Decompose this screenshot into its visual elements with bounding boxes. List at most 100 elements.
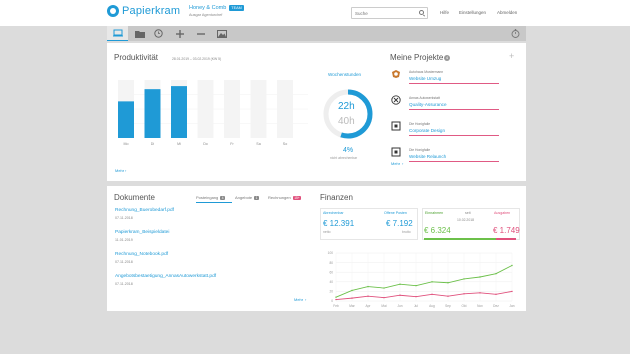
expenses-line-point[interactable] bbox=[431, 293, 433, 295]
productivity-range: 28.01.2019 – 03.02.2019 (KW 5) bbox=[172, 57, 222, 61]
income-line-point[interactable] bbox=[335, 296, 337, 298]
images-tool[interactable] bbox=[211, 26, 232, 41]
income-line-point[interactable] bbox=[415, 284, 417, 287]
app-logo[interactable]: Papierkram bbox=[107, 5, 180, 17]
bar-background bbox=[277, 80, 293, 138]
income-line bbox=[335, 265, 513, 298]
income-line-point[interactable] bbox=[431, 281, 433, 283]
income-line-point[interactable] bbox=[351, 289, 353, 292]
settings-link[interactable]: Einstellungen bbox=[459, 10, 486, 15]
income-line-point[interactable] bbox=[447, 282, 449, 284]
expenses-line-point[interactable] bbox=[447, 295, 449, 297]
chevron-right-icon: › bbox=[305, 297, 307, 302]
tab-label: Rechnungen bbox=[268, 195, 291, 200]
image-icon bbox=[216, 29, 227, 38]
bar-label: So bbox=[283, 142, 287, 146]
income-line-point[interactable] bbox=[399, 283, 401, 285]
bar-mi[interactable] bbox=[171, 86, 187, 138]
dashboard-tab[interactable] bbox=[107, 26, 128, 41]
logo-icon bbox=[107, 5, 119, 17]
expenses-line-point[interactable] bbox=[383, 296, 385, 299]
expenses-line-point[interactable] bbox=[335, 298, 337, 301]
project-client: Autohaus Mustermann bbox=[409, 70, 444, 74]
project-progress-bar bbox=[409, 161, 499, 162]
expenses-line-point[interactable] bbox=[399, 294, 401, 296]
tab-invoices[interactable]: Rechnungen 15+ bbox=[268, 195, 302, 200]
receivables-label: Abrechenbar bbox=[323, 211, 344, 215]
document-date: 07.11.2018 bbox=[115, 282, 133, 286]
finance-line-chart: 0 20 40 60 80 100 Feb Mar Apr Mai Jun Jul Aug Sep Okt N… bbox=[328, 251, 515, 308]
minus-icon bbox=[196, 32, 205, 35]
project-client: Die Honigfalle bbox=[409, 122, 431, 126]
top-bar: Papierkram Honey & Comb TEAM Ausgar Agen… bbox=[0, 0, 630, 26]
document-link[interactable]: Rechnung_Notebook.pdf bbox=[115, 252, 168, 257]
main-toolbar bbox=[107, 26, 526, 41]
document-date: 11.01.2019 bbox=[115, 238, 133, 242]
documents-more-link[interactable]: Mehr bbox=[294, 297, 303, 302]
search-input[interactable] bbox=[351, 7, 428, 19]
expenses-line-point[interactable] bbox=[351, 297, 353, 299]
income-line-point[interactable] bbox=[383, 287, 385, 289]
bar-label: Do bbox=[203, 142, 208, 146]
time-tool[interactable] bbox=[148, 26, 169, 41]
expenses-value: € 1.749 bbox=[493, 226, 520, 235]
bar-background bbox=[250, 80, 267, 138]
project-client: Die Honigfalle bbox=[409, 148, 431, 152]
income-value: € 6.324 bbox=[424, 226, 451, 235]
receivables-value: € 12.391 bbox=[323, 219, 355, 228]
x-tick-label: Sep bbox=[445, 304, 451, 308]
document-link[interactable]: Papierkram_Beispieldatei bbox=[115, 230, 169, 235]
bar-label: Mi bbox=[177, 142, 181, 146]
bar-label: Mo bbox=[124, 142, 129, 146]
project-name[interactable]: Website Relaunch bbox=[409, 154, 446, 159]
x-tick-label: Okt bbox=[462, 304, 467, 308]
remove-tool[interactable] bbox=[190, 26, 211, 41]
logout-link[interactable]: Abmelden bbox=[497, 10, 517, 15]
document-link[interactable]: Rechnung_Buerobedarf.pdf bbox=[115, 208, 174, 213]
chevron-right-icon: › bbox=[402, 161, 404, 166]
bar-mo[interactable] bbox=[118, 101, 134, 138]
since-date: 10.02.2018 bbox=[457, 218, 474, 222]
expenses-line-point[interactable] bbox=[367, 295, 369, 297]
tab-inbox[interactable]: Posteingang 4 bbox=[196, 195, 226, 200]
income-line-point[interactable] bbox=[463, 278, 465, 280]
expenses-line-point[interactable] bbox=[511, 290, 513, 293]
expenses-line-point[interactable] bbox=[463, 293, 465, 295]
tab-offers[interactable]: Angebote 1 bbox=[235, 195, 259, 200]
expenses-label: Ausgaben bbox=[494, 211, 511, 215]
productivity-bar-chart: Mo Di Mi Do Fr Sa So bbox=[118, 80, 308, 146]
company-switcher[interactable]: Honey & Comb TEAM Ausgar Agenturchef bbox=[189, 5, 244, 17]
bar-label: Di bbox=[151, 142, 155, 146]
income-line-point[interactable] bbox=[367, 285, 369, 288]
help-link[interactable]: Hilfe bbox=[440, 10, 449, 15]
document-link[interactable]: Angebotsbestaetigung_AnnasAutowerkstatt.… bbox=[115, 274, 216, 279]
bar-di[interactable] bbox=[144, 89, 161, 138]
project-client: Annas Autowerkstatt bbox=[409, 96, 440, 100]
income-line-point[interactable] bbox=[495, 272, 497, 275]
expenses-line-point[interactable] bbox=[479, 292, 481, 294]
app-name: Papierkram bbox=[122, 5, 181, 17]
search-icon[interactable] bbox=[419, 10, 424, 15]
project-name[interactable]: Quality-Assurance bbox=[409, 102, 447, 107]
y-tick-label: 100 bbox=[328, 251, 334, 255]
add-project-icon[interactable]: + bbox=[509, 51, 514, 61]
productivity-more-link[interactable]: Mehr bbox=[115, 168, 124, 173]
open-items-sub: brutto bbox=[402, 230, 411, 234]
project-name[interactable]: Website Umzug bbox=[409, 76, 441, 81]
income-line-point[interactable] bbox=[511, 264, 513, 267]
documents-card bbox=[107, 186, 315, 311]
expenses-line-point[interactable] bbox=[495, 293, 497, 295]
projects-more-link[interactable]: Mehr bbox=[391, 161, 400, 166]
projects-count-badge: 4 bbox=[444, 55, 450, 61]
tab-count: 15+ bbox=[292, 195, 302, 200]
income-line-point[interactable] bbox=[479, 276, 481, 278]
project-name[interactable]: Corporate Design bbox=[409, 128, 445, 133]
y-tick-label: 80 bbox=[329, 261, 333, 265]
project-progress-bar bbox=[409, 83, 499, 84]
add-tool[interactable] bbox=[169, 26, 190, 41]
honigfalle-logo-icon bbox=[391, 147, 401, 157]
expenses-line-point[interactable] bbox=[415, 295, 417, 298]
stopwatch-tool[interactable] bbox=[505, 26, 526, 41]
documents-tool[interactable] bbox=[129, 26, 150, 41]
bar-label: Sa bbox=[256, 142, 260, 146]
